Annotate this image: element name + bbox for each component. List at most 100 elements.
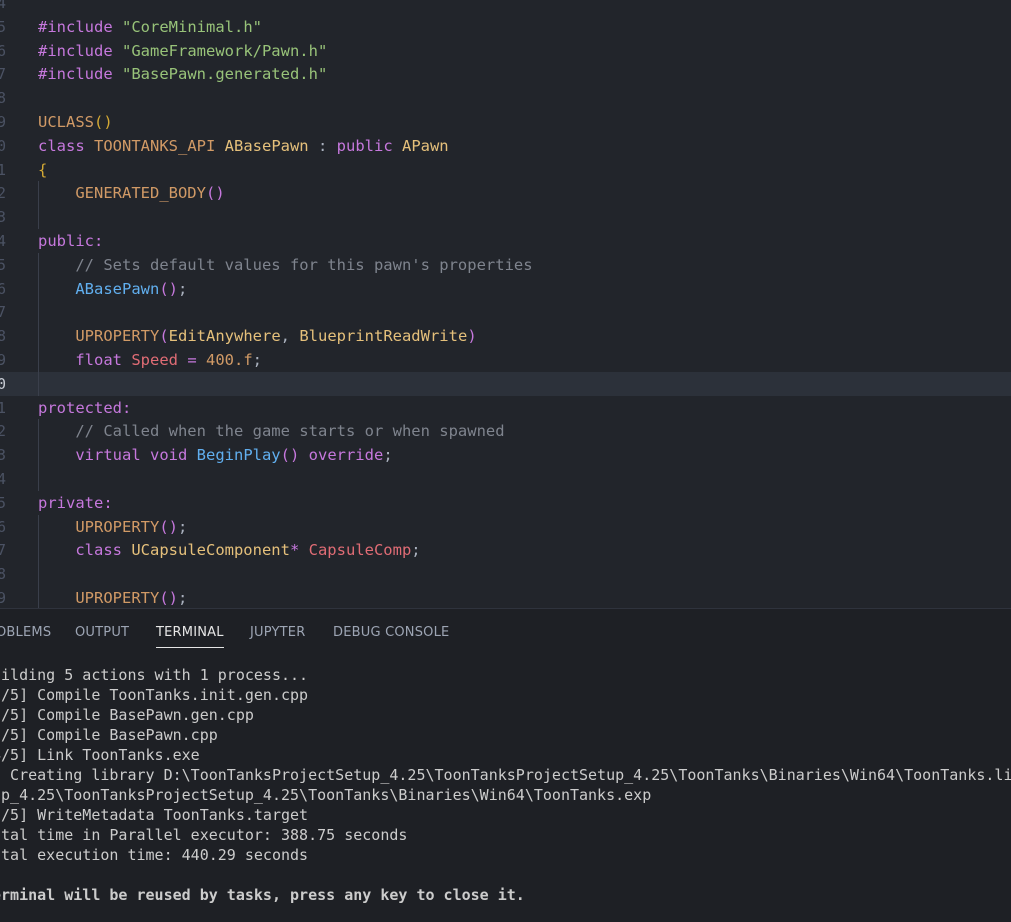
code-line[interactable]: 6 #include "GameFramework/Pawn.h" (0, 39, 1011, 63)
indent-guide (38, 252, 39, 396)
line-number: 2 (0, 422, 7, 441)
code-token: UPROPERTY (75, 589, 160, 607)
code-text: ABasePawn(); (38, 277, 187, 301)
line-number: 5 (0, 17, 7, 36)
code-token: ; (383, 446, 393, 465)
terminal-line: 3/5] Compile BasePawn.cpp (0, 726, 218, 744)
code-line[interactable]: 8 UPROPERTY(EditAnywhere, BlueprintReadW… (0, 324, 1011, 348)
code-line[interactable]: 5 #include "CoreMinimal.h" (0, 15, 1011, 39)
code-line[interactable]: 5 // Sets default values for this pawn's… (0, 253, 1011, 277)
code-text: #include "BasePawn.generated.h" (38, 62, 327, 86)
line-number: 8 (0, 565, 7, 584)
code-line[interactable]: 6 UPROPERTY(); (0, 515, 1011, 539)
code-line[interactable]: 6 ABasePawn(); (0, 277, 1011, 301)
code-token: () override (280, 446, 384, 465)
code-line[interactable]: 9 UPROPERTY(); (0, 586, 1011, 608)
tab-jupyter[interactable]: JUPYTER (250, 625, 305, 647)
line-number: 1 (0, 398, 7, 417)
code-token: ABasePawn (224, 136, 318, 155)
line-number: 7 (0, 303, 7, 322)
code-line[interactable]: 8 (0, 86, 1011, 110)
code-token: // Called when the game starts or when s… (75, 422, 505, 441)
code-token: () (159, 589, 178, 607)
code-line[interactable]: 2 // Called when the game starts or when… (0, 419, 1011, 443)
line-number: 6 (0, 41, 7, 60)
tab-oblems[interactable]: OBLEMS (0, 625, 51, 647)
terminal-line: uilding 5 actions with 1 process... (0, 666, 309, 684)
terminal-line: up_4.25\ToonTanksProjectSetup_4.25\ToonT… (0, 786, 652, 804)
terminal-line: 4/5] Link ToonTanks.exe (0, 746, 200, 764)
line-number: 9 (0, 351, 7, 369)
code-line[interactable]: 4 (0, 0, 1011, 15)
code-line[interactable]: 0 class TOONTANKS_API ABasePawn : public … (0, 134, 1011, 158)
tab-terminal[interactable]: TERMINAL (156, 625, 224, 648)
code-token: UPROPERTY (75, 327, 160, 346)
code-token: ; (411, 541, 421, 560)
line-number: 8 (0, 89, 7, 108)
code-line[interactable]: 9 float Speed = 400.f; (0, 348, 1011, 372)
code-line[interactable]: 5 private: (0, 491, 1011, 515)
line-number: 3 (0, 208, 7, 227)
code-token: ; (178, 517, 188, 536)
code-token: class (75, 541, 132, 560)
code-token: ; (178, 589, 188, 607)
code-token: APawn (401, 136, 449, 155)
code-token: : (317, 136, 337, 155)
line-number: 1 (0, 160, 7, 179)
terminal-line: 2/5] Compile BasePawn.gen.cpp (0, 706, 254, 724)
line-number: 8 (0, 327, 7, 346)
line-number: 4 (0, 0, 7, 12)
code-line[interactable]: 7 class UCapsuleComponent* CapsuleComp; (0, 538, 1011, 562)
line-number: 6 (0, 517, 7, 536)
code-line[interactable]: 7 #include "BasePawn.generated.h" (0, 62, 1011, 86)
code-text: GENERATED_BODY() (38, 181, 224, 205)
code-token: virtual void (75, 446, 197, 465)
code-text: #include "CoreMinimal.h" (38, 15, 262, 39)
code-token: UPROPERTY (75, 517, 160, 536)
code-line[interactable]: 2 GENERATED_BODY() (0, 181, 1011, 205)
code-line[interactable]: 9 UCLASS() (0, 110, 1011, 134)
code-line[interactable]: 8 (0, 562, 1011, 586)
code-token: ABasePawn (75, 279, 160, 298)
code-line[interactable]: 1{ (0, 158, 1011, 182)
line-number: 3 (0, 446, 7, 465)
code-line[interactable]: 3 (0, 205, 1011, 229)
tab-debug-console[interactable]: DEBUG CONSOLE (333, 625, 449, 647)
code-token: private: (38, 493, 113, 512)
code-token: #include (38, 41, 122, 60)
line-number: 7 (0, 65, 7, 84)
indent-guide (38, 514, 39, 608)
code-text: public: (38, 229, 103, 253)
code-line[interactable]: 3 virtual void BeginPlay() override; (0, 443, 1011, 467)
code-token: = (187, 351, 206, 369)
panel-tabs: OBLEMS OUTPUT TERMINAL JUPYTER DEBUG CONSOLE (0, 609, 1011, 657)
code-line[interactable]: 0 (0, 371, 1011, 396)
code-token: public (336, 136, 402, 155)
code-text: float Speed = 400.f; (38, 348, 262, 372)
code-token: * (289, 541, 309, 560)
line-number: 4 (0, 232, 7, 250)
line-number: 9 (0, 589, 7, 607)
code-line[interactable]: 7 (0, 300, 1011, 324)
line-number: 5 (0, 493, 7, 512)
line-number: 4 (0, 470, 7, 488)
code-line[interactable]: 4 (0, 467, 1011, 491)
code-text: UPROPERTY(); (38, 586, 187, 608)
terminal-line: Creating library D:\ToonTanksProjectSetu… (0, 766, 1011, 784)
code-token: "CoreMinimal.h" (122, 17, 262, 36)
code-token: protected: (38, 398, 132, 417)
line-number: 2 (0, 184, 7, 203)
code-line[interactable]: 4 public: (0, 229, 1011, 253)
tab-output[interactable]: OUTPUT (75, 625, 129, 647)
code-token: TOONTANKS_API (94, 136, 225, 155)
code-text: { (38, 158, 47, 182)
code-text: // Sets default values for this pawn's p… (38, 253, 532, 277)
code-line[interactable]: 1 protected: (0, 396, 1011, 420)
terminal-line: 5/5] WriteMetadata ToonTanks.target (0, 806, 309, 824)
code-editor[interactable]: 4 5 #include "CoreMinimal.h" 6 #include "Gam… (0, 0, 1011, 608)
